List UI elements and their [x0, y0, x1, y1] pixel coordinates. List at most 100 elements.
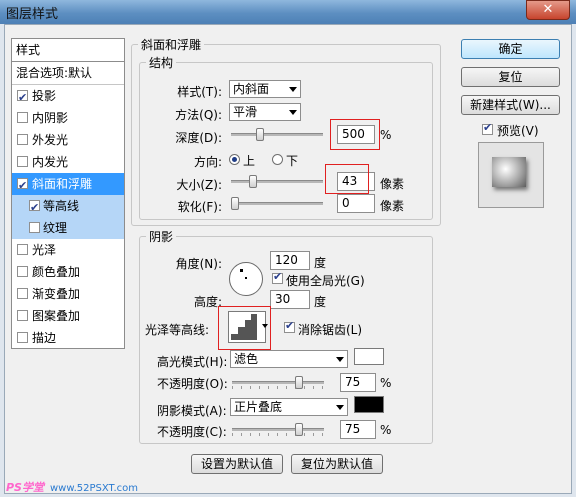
- ok-button[interactable]: 确定: [461, 39, 560, 59]
- style-item[interactable]: 外发光: [12, 129, 124, 151]
- highlight-mode-value: 滤色: [234, 352, 259, 366]
- technique-label: 方法(Q):: [175, 108, 222, 122]
- shadow-opacity-label: 不透明度(C):: [157, 425, 227, 439]
- highlight-opacity-unit: %: [380, 376, 392, 390]
- style-item[interactable]: 投影: [12, 85, 124, 109]
- angle-center: [245, 277, 247, 279]
- highlight-opacity-input[interactable]: 75: [340, 373, 376, 392]
- shadow-opacity-thumb[interactable]: [295, 423, 303, 436]
- angle-input[interactable]: 120: [270, 251, 310, 270]
- style-item-label: 斜面和浮雕: [32, 177, 93, 191]
- angle-dial[interactable]: [229, 262, 263, 296]
- preview-checkbox[interactable]: [482, 121, 493, 135]
- style-item-checkbox[interactable]: [29, 197, 40, 219]
- style-item[interactable]: 内发光: [12, 151, 124, 173]
- direction-label: 方向:: [193, 155, 222, 169]
- highlight-box-depth: [330, 119, 380, 150]
- global-light-label: 使用全局光(G): [286, 274, 365, 288]
- style-item[interactable]: 颜色叠加: [12, 261, 124, 283]
- style-item-checkbox[interactable]: [17, 134, 28, 145]
- style-item-label: 投影: [32, 89, 57, 103]
- soften-slider-thumb[interactable]: [231, 197, 239, 210]
- gloss-contour-label: 光泽等高线:: [145, 323, 210, 337]
- style-item-checkbox[interactable]: [17, 266, 28, 277]
- cancel-button[interactable]: 复位: [461, 67, 560, 87]
- highlight-mode-select[interactable]: 滤色: [230, 350, 348, 368]
- altitude-unit: 度: [314, 295, 327, 309]
- style-item-checkbox[interactable]: [17, 288, 28, 299]
- shadow-opacity-slider[interactable]: [232, 423, 324, 436]
- style-item[interactable]: 渐变叠加: [12, 283, 124, 305]
- window-title: 图层样式: [6, 7, 59, 22]
- technique-select[interactable]: 平滑: [229, 103, 301, 121]
- size-slider[interactable]: [231, 175, 323, 188]
- styles-header[interactable]: 样式: [12, 39, 124, 62]
- soften-input[interactable]: 0: [337, 194, 375, 213]
- style-item-label: 图案叠加: [32, 309, 81, 323]
- chevron-down-icon: [289, 87, 297, 92]
- bevel-group-title: 斜面和浮雕: [141, 38, 202, 52]
- style-item[interactable]: 图案叠加: [12, 305, 124, 327]
- structure-title: 结构: [149, 56, 174, 70]
- style-item[interactable]: 斜面和浮雕: [12, 173, 124, 197]
- depth-unit: %: [380, 128, 392, 142]
- style-item[interactable]: 内阴影: [12, 107, 124, 129]
- style-item-checkbox[interactable]: [29, 222, 40, 233]
- blend-options-item[interactable]: 混合选项:默认: [12, 62, 124, 85]
- size-slider-thumb[interactable]: [249, 175, 257, 188]
- altitude-label: 高度:: [193, 295, 222, 309]
- highlight-opacity-slider[interactable]: [232, 376, 324, 389]
- close-button[interactable]: ✕: [526, 0, 570, 20]
- depth-slider-thumb[interactable]: [256, 128, 264, 141]
- style-item-checkbox[interactable]: [17, 87, 28, 109]
- style-item[interactable]: 光泽: [12, 239, 124, 261]
- soften-unit: 像素: [380, 199, 405, 213]
- soften-slider[interactable]: [231, 197, 323, 210]
- watermark-text: PS学堂: [6, 481, 44, 494]
- style-item-checkbox[interactable]: [17, 112, 28, 123]
- chevron-down-icon: [336, 405, 344, 410]
- chevron-down-icon: [336, 357, 344, 362]
- preview-swatch: [492, 157, 526, 187]
- shading-title: 阴影: [149, 230, 174, 244]
- shadow-opacity-input[interactable]: 75: [340, 420, 376, 439]
- style-select[interactable]: 内斜面: [229, 80, 301, 98]
- highlight-opacity-thumb[interactable]: [295, 376, 303, 389]
- shadow-opacity-unit: %: [380, 423, 392, 437]
- style-item-label: 渐变叠加: [32, 287, 81, 301]
- angle-label: 角度(N):: [175, 257, 222, 271]
- shadow-color-swatch[interactable]: [354, 396, 384, 413]
- preview-label: 预览(V): [497, 124, 539, 138]
- style-item-checkbox[interactable]: [17, 175, 28, 197]
- reset-default-button[interactable]: 复位为默认值: [291, 454, 383, 474]
- set-default-button[interactable]: 设置为默认值: [191, 454, 283, 474]
- style-item[interactable]: 等高线: [12, 195, 124, 219]
- style-item[interactable]: 纹理: [12, 217, 124, 239]
- style-item-checkbox[interactable]: [17, 156, 28, 167]
- altitude-input[interactable]: 30: [270, 290, 310, 309]
- style-item[interactable]: 描边: [12, 327, 124, 349]
- antialias-checkbox[interactable]: [284, 319, 295, 333]
- style-item-label: 描边: [32, 331, 57, 345]
- style-item-label: 内阴影: [32, 111, 69, 125]
- highlight-opacity-label: 不透明度(O):: [157, 377, 228, 391]
- style-item-checkbox[interactable]: [17, 244, 28, 255]
- style-item-label: 等高线: [43, 199, 80, 213]
- direction-up-radio[interactable]: [229, 154, 240, 165]
- preview-thumbnail: [478, 142, 544, 208]
- style-item-checkbox[interactable]: [17, 332, 28, 343]
- watermark: PS学堂 www.52PSXT.com: [6, 479, 138, 495]
- watermark-url: www.52PSXT.com: [49, 483, 139, 494]
- angle-unit: 度: [314, 256, 327, 270]
- highlight-color-swatch[interactable]: [354, 348, 384, 365]
- styles-list: 样式 混合选项:默认 投影内阴影外发光内发光斜面和浮雕等高线纹理光泽颜色叠加渐变…: [11, 38, 125, 349]
- style-item-checkbox[interactable]: [17, 310, 28, 321]
- direction-down-radio[interactable]: [272, 154, 283, 165]
- style-item-label: 纹理: [43, 221, 68, 235]
- style-item-label: 光泽: [32, 243, 57, 257]
- depth-slider[interactable]: [231, 128, 323, 141]
- global-light-checkbox[interactable]: [272, 270, 283, 284]
- title-bar: 图层样式 ✕: [0, 0, 576, 24]
- new-style-button[interactable]: 新建样式(W)...: [461, 95, 560, 115]
- shadow-mode-select[interactable]: 正片叠底: [230, 398, 348, 416]
